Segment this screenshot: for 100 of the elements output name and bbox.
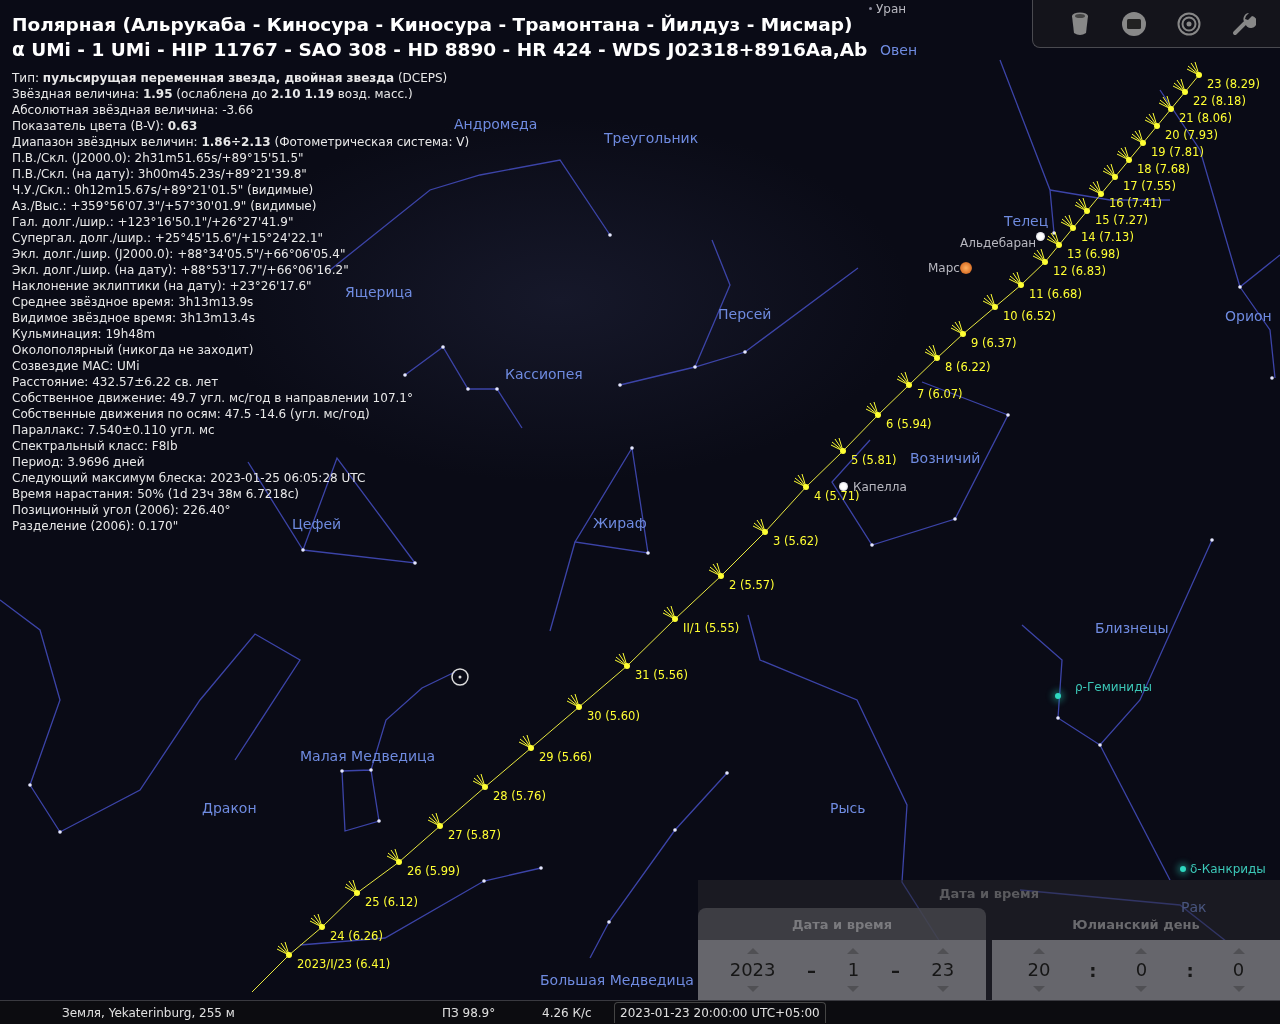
ephemeris-marker <box>1172 78 1188 95</box>
ephemeris-label: 2 (5.57) <box>729 579 775 592</box>
info-line: Созвездие МАС: UMi <box>12 358 140 374</box>
spin-down-icon[interactable] <box>1032 986 1045 992</box>
ephemeris-marker <box>1158 95 1174 112</box>
spin-down-icon[interactable] <box>936 986 949 992</box>
spin-down-icon[interactable] <box>847 986 860 992</box>
ephemeris-marker <box>518 734 534 751</box>
field-separator: – <box>890 959 900 981</box>
info-line: Следующий максимум блеска: 2023-01-25 06:05:28 UTC <box>12 470 366 486</box>
info-line: Кульминация: 19h48m <box>12 326 156 342</box>
object-label: Марс <box>928 261 960 275</box>
celestial-object-icon <box>1180 866 1186 872</box>
datetime-text[interactable]: 2023-01-23 20:00:00 UTC+05:00 <box>614 1002 826 1023</box>
info-line: Разделение (2006): 0.170" <box>12 518 179 534</box>
constellation-label: Ящерица <box>345 284 413 300</box>
object-title: α UMi - 1 UMi - HIP 11767 - SAO 308 - HD 8890 - HR 424 - WDS J02318+8916Aa,Ab <box>12 38 868 62</box>
spin-up-icon[interactable] <box>1032 948 1045 954</box>
ephemeris-label: 2023/I/23 (6.41) <box>297 958 391 971</box>
ephemeris-marker <box>1116 146 1132 163</box>
ephemeris-marker <box>427 812 443 829</box>
info-line: Время нарастания: 50% (1d 23ч 38м 6.7218с) <box>12 486 299 502</box>
info-line: Расстояние: 432.57±6.22 св. лет <box>12 374 219 390</box>
ephemeris-label: 14 (7.13) <box>1081 231 1134 244</box>
location-text: Земля, Yekaterinburg, 255 м <box>62 1005 236 1020</box>
spin-field[interactable]: 20 <box>1027 960 1051 980</box>
target-icon[interactable] <box>1177 11 1202 36</box>
constellation-label: Овен <box>880 42 918 58</box>
ephemeris-marker <box>982 293 998 310</box>
object-label: Уран <box>876 2 907 16</box>
ephemeris-marker <box>614 652 630 669</box>
ephemeris-label: 31 (5.56) <box>635 669 688 682</box>
ephemeris-marker <box>708 562 724 579</box>
spin-field[interactable]: 1 <box>847 960 860 980</box>
ephemeris-label: 28 (5.76) <box>493 790 546 803</box>
spin-down-icon[interactable] <box>746 986 759 992</box>
constellation-label: Рысь <box>830 800 866 816</box>
ephemeris-label: 25 (6.12) <box>365 896 418 909</box>
fov-text: ПЗ 98.9° <box>442 1005 497 1020</box>
ephemeris-label: 18 (7.68) <box>1137 163 1190 176</box>
ephemeris-marker <box>865 401 881 418</box>
info-line: Видимое звёздное время: 3h13m13.4s <box>12 310 255 326</box>
ephemeris-marker <box>1046 231 1062 248</box>
constellation-label: Малая Медведица <box>300 748 436 764</box>
ephemeris-label: II/1 (5.55) <box>683 622 740 635</box>
screen-icon[interactable] <box>1121 11 1146 36</box>
ephemeris-marker <box>1130 129 1146 146</box>
constellation-label: Орион <box>1225 308 1272 324</box>
ephemeris-label: 13 (6.98) <box>1067 248 1120 261</box>
spin-up-icon[interactable] <box>1135 948 1148 954</box>
ephemeris-marker <box>309 913 325 930</box>
info-line: Звёздная величина: 1.95 (ослаблена до 2.10 1.19 возд. масс.) <box>12 86 413 102</box>
ephemeris-label: 6 (5.94) <box>886 418 932 431</box>
info-line: Аз./Выс.: +359°56'07.3"/+57°30'01.9" (видимые) <box>12 198 317 214</box>
ephemeris-marker <box>896 371 912 388</box>
constellation-label: Возничий <box>910 450 981 466</box>
ephemeris-marker <box>950 320 966 337</box>
constellation-label: Персей <box>718 306 772 322</box>
ephemeris-label: 27 (5.87) <box>448 829 501 842</box>
info-line: Тип: пульсирущая переменная звезда, двойная звезда (DCEPS) <box>12 70 448 86</box>
ephemeris-label: 16 (7.41) <box>1109 197 1162 210</box>
spin-down-icon[interactable] <box>1232 986 1245 992</box>
field-separator: – <box>807 959 816 981</box>
ephemeris-marker <box>752 518 768 535</box>
ephemeris-marker <box>1060 214 1076 231</box>
spin-field[interactable]: 0 <box>1135 960 1148 980</box>
spin-up-icon[interactable] <box>847 948 860 954</box>
celestial-object-icon <box>869 7 872 10</box>
object-label: ρ-Геминиды <box>1075 680 1152 694</box>
object-title: Полярная (Альрукаба - Киносура - Киносура - Трамонтана - Йилдуз - Мисмар) <box>12 13 854 37</box>
spin-down-icon[interactable] <box>1135 986 1148 992</box>
constellation-label: Рак <box>1181 899 1207 915</box>
ephemeris-label: 17 (7.55) <box>1123 180 1176 193</box>
spin-up-icon[interactable] <box>936 948 949 954</box>
info-line: Диапазон звёздных величин: 1.86÷2.13 (Фотометрическая система: V) <box>12 134 470 150</box>
ephemeris-marker <box>472 773 488 790</box>
info-line: Наклонение эклиптики (на дату): +23°26'17.6" <box>12 278 312 294</box>
ephemeris-label: 7 (6.07) <box>917 388 963 401</box>
constellation-label: Жираф <box>593 515 647 531</box>
ephemeris-label: 15 (7.27) <box>1095 214 1148 227</box>
spin-field[interactable]: 23 <box>931 960 955 980</box>
ephemeris-label: 9 (6.37) <box>971 337 1017 350</box>
celestial-object-icon <box>839 482 848 491</box>
ephemeris-marker <box>386 848 402 865</box>
spin-up-icon[interactable] <box>1232 948 1245 954</box>
spin-up-icon[interactable] <box>746 948 759 954</box>
spin-field[interactable]: 0 <box>1232 960 1245 980</box>
dialog-tab[interactable]: Дата и время <box>698 908 986 940</box>
info-line: Собственное движение: 49.7 угл. мс/год в направлении 107.1° <box>12 390 413 406</box>
ephemeris-marker <box>1144 112 1160 129</box>
ephemeris-marker <box>1074 197 1090 214</box>
settings-icon[interactable] <box>1232 11 1257 36</box>
ephemeris-label: 30 (5.60) <box>587 710 640 723</box>
info-line: Параллакс: 7.540±0.110 угл. мс <box>12 422 215 438</box>
spin-field[interactable]: 2023 <box>729 960 776 980</box>
celestial-object-icon <box>1055 693 1061 699</box>
object-label: δ-Канкриды <box>1190 862 1266 876</box>
ephemeris-marker <box>1032 248 1048 265</box>
info-line: Гал. долг./шир.: +123°16'50.1"/+26°27'41.9" <box>12 214 294 230</box>
constellation-label: Дракон <box>202 800 257 816</box>
